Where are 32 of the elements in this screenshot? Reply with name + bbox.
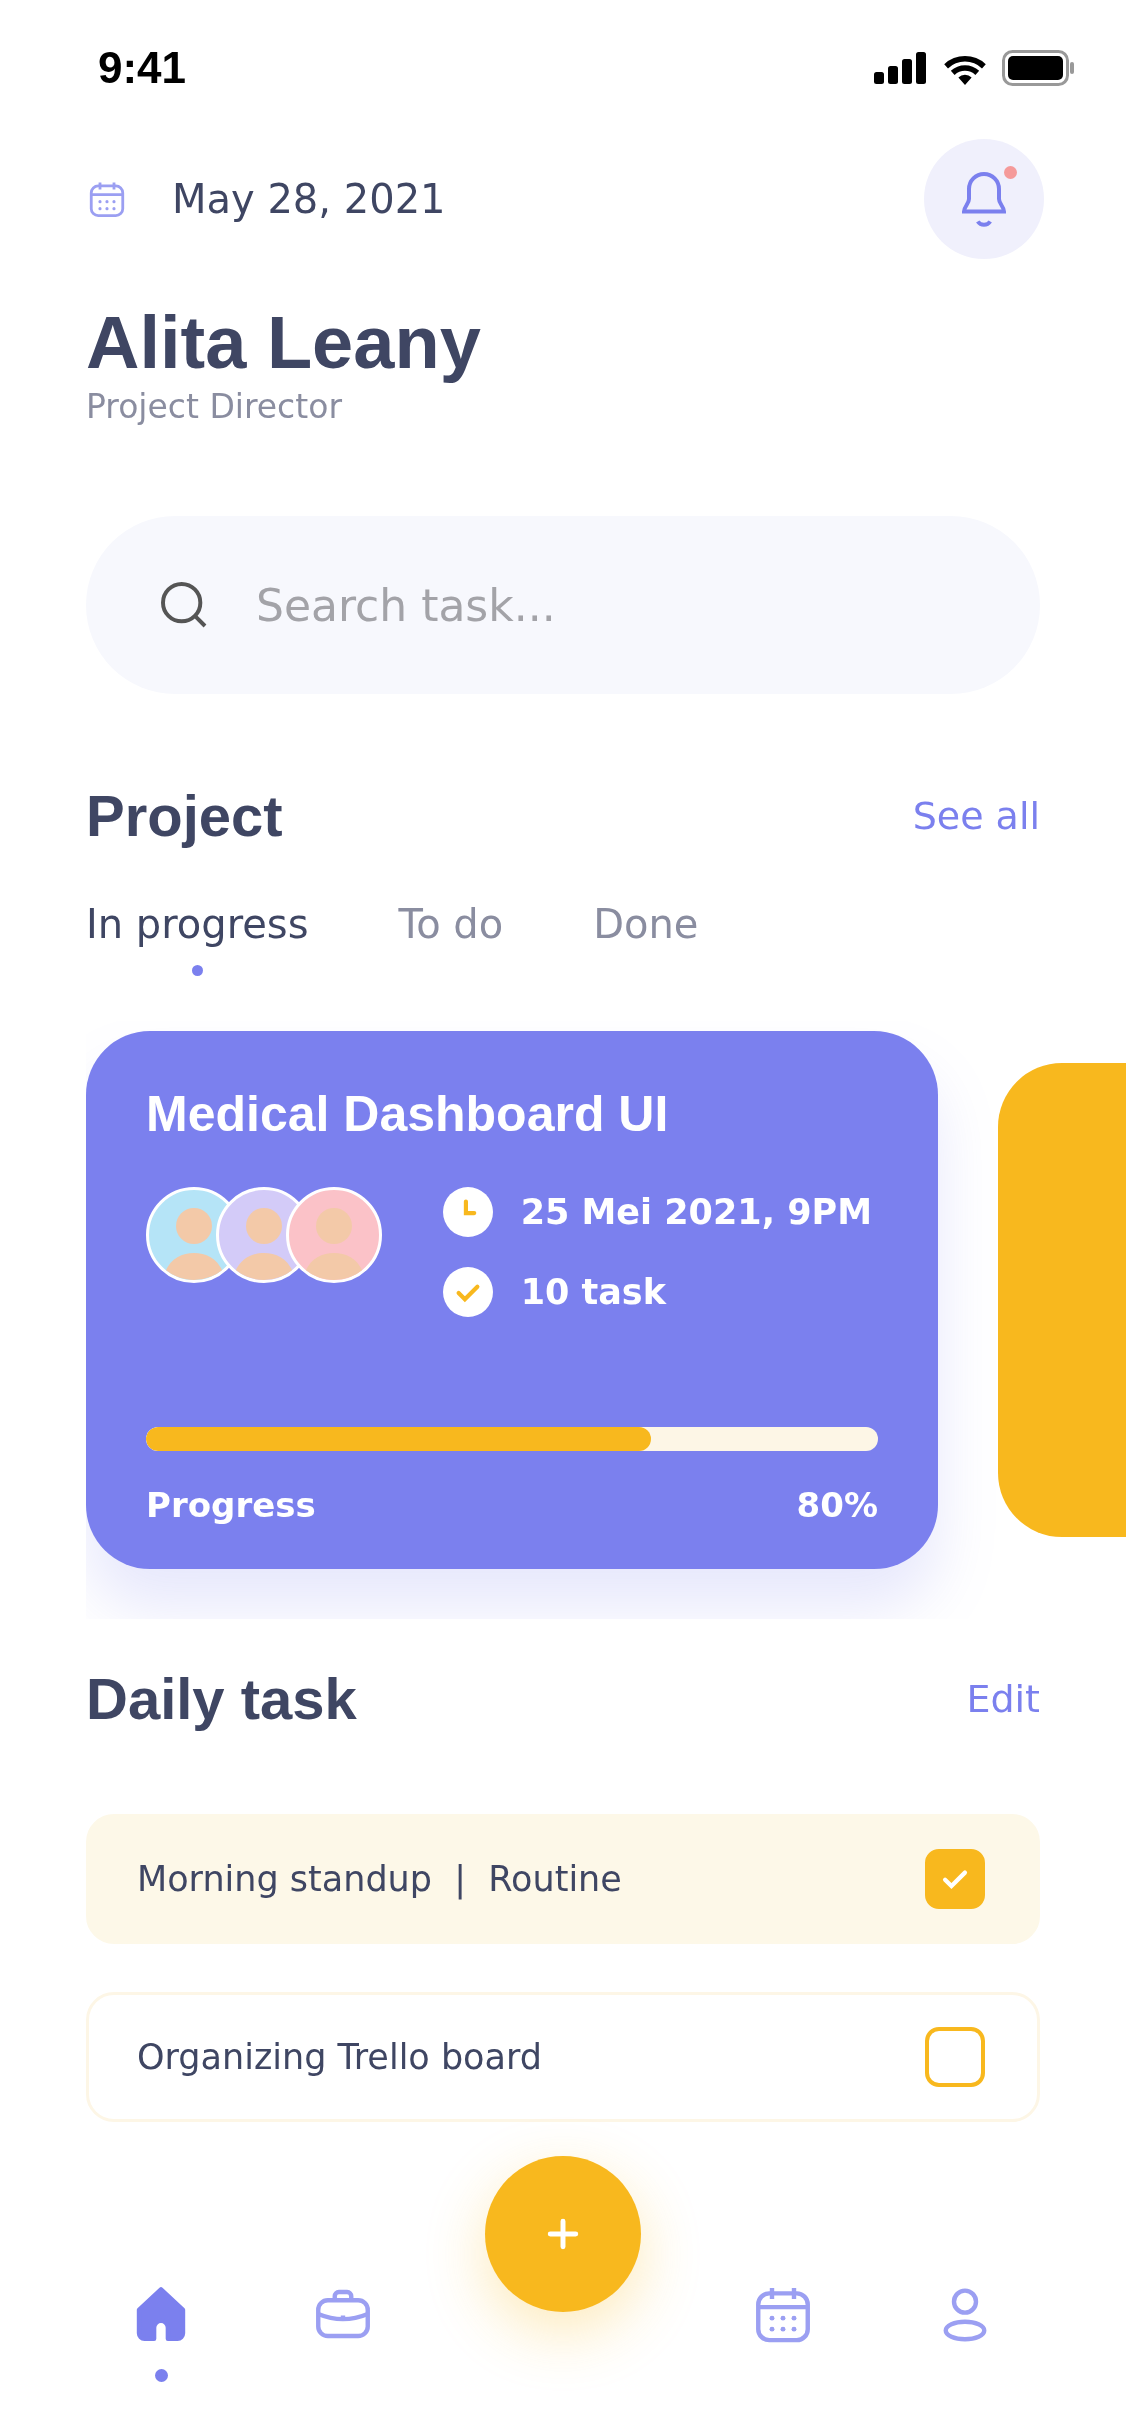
progress-percent: 80%: [796, 1485, 878, 1526]
active-tab-dot: [191, 965, 203, 977]
active-nav-dot: [154, 2369, 168, 2382]
task-label: Organizing Trello board: [137, 2037, 542, 2078]
search-input[interactable]: Search task...: [256, 579, 970, 631]
user-name: Alita Leany: [86, 302, 482, 384]
due-date: 25 Mei 2021, 9PM: [520, 1192, 872, 1233]
tab[interactable]: Done: [593, 901, 699, 948]
plus-icon: [546, 2217, 580, 2251]
search-bar[interactable]: Search task...: [86, 516, 1040, 695]
see-all-link[interactable]: See all: [912, 793, 1040, 838]
status-time: 9:41: [98, 43, 187, 93]
current-date: May 28, 2021: [172, 176, 446, 222]
edit-link[interactable]: Edit: [966, 1676, 1040, 1721]
project-title: Medical Dashboard UI: [146, 1085, 670, 1144]
user-role: Project Director: [86, 387, 343, 427]
signal-icon: [874, 52, 928, 84]
battery-icon: [1002, 50, 1076, 86]
project-card[interactable]: Medical Dashboard UI 25 Mei 2021, 9PM 10 task Progress 80%: [86, 1031, 938, 1570]
tab[interactable]: To do: [398, 901, 504, 948]
progress-label: Progress: [146, 1485, 316, 1526]
tab[interactable]: In progress: [86, 901, 309, 948]
task-count: 10 task: [520, 1272, 666, 1313]
task-item[interactable]: Organizing Trello board: [86, 1992, 1040, 2123]
task-checkbox[interactable]: [925, 2027, 985, 2088]
task-label: Morning standup | Routine: [137, 1859, 622, 1900]
task-checkbox[interactable]: [925, 1849, 985, 1910]
clock-icon: [442, 1187, 493, 1238]
check-icon: [442, 1267, 493, 1318]
section-title: Project: [86, 782, 283, 850]
task-item[interactable]: Morning standup | Routine: [86, 1814, 1040, 1945]
section-title: Daily task: [86, 1665, 357, 1733]
